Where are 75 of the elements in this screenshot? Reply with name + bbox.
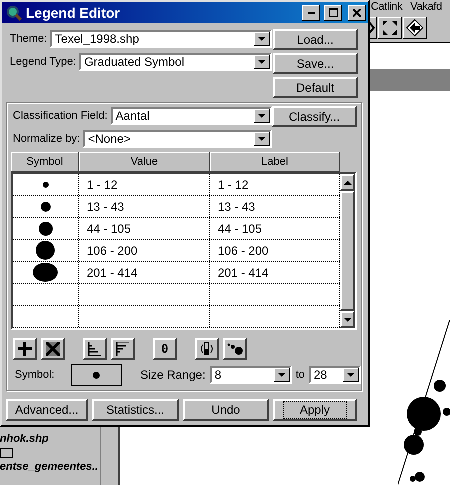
side-button[interactable]: Save... [273,53,358,74]
field-label: Size Range: [140,368,206,382]
zero-button[interactable]: 0 [153,338,177,360]
dropdown-arrow-icon [278,373,286,377]
sort-ascending-icon [88,342,102,356]
back-arrow-icon [406,19,424,37]
flip-icon [199,342,215,356]
dialog-button[interactable]: Statistics... [92,399,179,421]
legend-swatch [0,448,13,458]
minimize-button[interactable] [302,4,320,20]
close-icon [353,8,361,16]
close-button[interactable] [348,4,366,20]
toolbar-button[interactable] [223,338,247,360]
menu-item[interactable]: Vakafd [410,1,442,13]
field-label: Normalize by: [13,132,80,144]
field-label: Symbol: [15,369,55,381]
graduated-dots-icon [227,342,243,356]
theme-name[interactable]: nhok.shp [0,433,49,445]
dropdown-arrow-icon [258,60,266,64]
size-from-dropdown[interactable]: 8 [210,366,292,384]
size-to-dropdown[interactable]: 28 [309,366,361,384]
point-symbol-icon [42,182,48,188]
side-button[interactable]: Load... [273,29,358,50]
table-cell[interactable]: 106 - 200 [79,240,210,261]
table-cell[interactable]: 13 - 43 [79,196,210,217]
maximize-icon [328,8,338,17]
scroll-down-icon [344,318,352,322]
side-button[interactable]: Default [273,77,358,98]
crosshatch-x-icon [46,342,60,356]
field-label: Theme: [10,32,48,44]
scroll-up-icon [344,180,352,184]
scrollbar[interactable] [100,427,120,485]
column-header[interactable]: Symbol [11,152,79,172]
table-cell[interactable]: 1 - 12 [79,174,210,195]
point-symbol-icon [93,372,100,378]
sort-descending-icon [116,342,130,356]
full-extent-button[interactable] [378,17,402,39]
normalize-dropdown[interactable]: <None> [83,130,272,148]
scrollbar[interactable] [340,174,355,328]
dialog-button[interactable]: Apply [273,399,357,421]
magnifier-icon [6,4,22,20]
dialog-button[interactable]: Advanced... [6,399,88,421]
toolbar-button[interactable] [83,338,107,360]
back-button[interactable] [403,17,427,39]
dropdown-arrow-icon [258,136,266,140]
point-symbol-icon [40,202,50,212]
column-header[interactable]: Label [210,152,340,172]
table-cell[interactable]: 201 - 414 [79,262,210,283]
theme-name[interactable]: entse_gemeentes.. [0,461,98,473]
dropdown-arrow-icon [258,114,266,118]
classification-field-dropdown[interactable]: Aantal [110,106,272,124]
dropdown-arrow-icon [258,36,266,40]
theme-dropdown[interactable]: Texel_1998.shp [50,30,272,48]
toolbar-button[interactable] [41,338,65,360]
toolbar-button[interactable] [195,338,219,360]
field-label: to [296,369,305,381]
field-label: Legend Type: [10,56,76,68]
point-symbol-icon [38,222,52,236]
toolbar-button[interactable] [13,338,37,360]
dialog-button[interactable]: Undo [183,399,269,421]
symbol-button[interactable] [70,364,122,386]
window-title: Legend Editor [26,4,120,20]
menu-item[interactable]: Catlink [371,1,403,13]
toolbar-button[interactable] [111,338,135,360]
expand-icon [382,20,398,36]
legend-type-dropdown[interactable]: Graduated Symbol [79,52,272,70]
column-header[interactable]: Value [79,152,210,172]
arrows-icon [369,20,375,36]
classify-button[interactable]: Classify... [272,106,357,127]
plus-icon [18,342,32,356]
maximize-button[interactable] [324,4,342,20]
field-label: Classification Field: [13,110,108,122]
minimize-icon [308,12,314,14]
dropdown-arrow-icon [347,373,355,377]
table-cell[interactable]: 44 - 105 [79,218,210,239]
